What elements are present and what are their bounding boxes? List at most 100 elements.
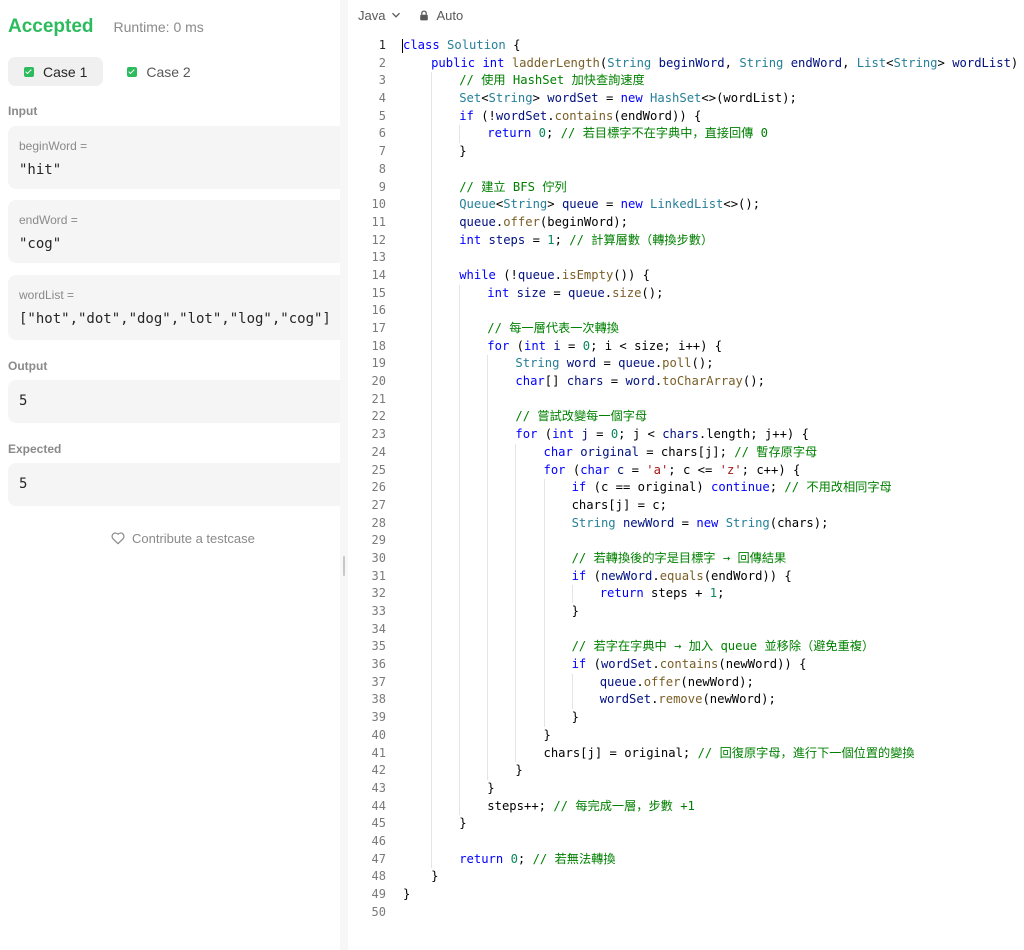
- code-line[interactable]: 38 wordSet.remove(newWord);: [348, 691, 1024, 710]
- code-token: ,: [724, 55, 740, 70]
- code-line[interactable]: 34: [348, 620, 1024, 639]
- code-line[interactable]: 31 if (newWord.equals(endWord)) {: [348, 567, 1024, 586]
- line-number: 37: [371, 674, 386, 689]
- code-line[interactable]: 37 queue.offer(newWord);: [348, 673, 1024, 692]
- code-line[interactable]: 2 public int ladderLength(String beginWor…: [348, 55, 1024, 73]
- code-line[interactable]: 13: [348, 249, 1024, 267]
- code-line[interactable]: 33}: [348, 603, 1024, 621]
- code-line[interactable]: 29: [348, 532, 1024, 550]
- code-line[interactable]: 15 int size = queue.size();: [348, 284, 1024, 303]
- code-lines[interactable]: 1 class Solution {2 public int ladderLengt…: [348, 37, 1024, 921]
- code-line[interactable]: 11 queue.offer(beginWord);: [348, 213, 1024, 232]
- code-line[interactable]: 41 chars[j] = original; // 回復原字母，進行下一個位置的…: [348, 744, 1024, 763]
- indent-guide: [431, 107, 433, 126]
- code-line[interactable]: 9 // 建立 BFS 佇列: [348, 178, 1024, 197]
- line-number: 42: [371, 763, 386, 778]
- indent-guide: [459, 567, 461, 586]
- auto-mode-toggle[interactable]: Auto: [419, 8, 463, 23]
- code-line[interactable]: 32 return steps + 1;: [348, 585, 1024, 603]
- code-line[interactable]: 21: [348, 390, 1024, 409]
- code-token: LinkedList: [650, 197, 724, 212]
- code-line[interactable]: 36 if (wordSet.contains(newWord)) {: [348, 656, 1024, 674]
- tab-case-1[interactable]: Case 1: [8, 57, 104, 86]
- code-line[interactable]: 3 // 使用 HashSet 加快查詢速度: [348, 72, 1024, 91]
- code-line[interactable]: 22 // 嘗試改變每一個字母: [348, 408, 1024, 427]
- line-number: 40: [371, 727, 386, 742]
- code-token: ()) {: [613, 267, 650, 282]
- code-text: return 0; // 若無法轉換: [459, 851, 615, 869]
- code-line[interactable]: 40}: [348, 726, 1024, 745]
- code-token: 0: [538, 126, 547, 141]
- code-token: contains: [554, 108, 614, 123]
- tab-case-2[interactable]: Case 2: [111, 57, 206, 86]
- code-token: steps++;: [487, 798, 554, 813]
- code-line[interactable]: 46: [348, 832, 1024, 851]
- indent-guide: [431, 143, 433, 161]
- indent-guide: [515, 567, 517, 586]
- language-label: Java: [358, 7, 386, 23]
- code-line[interactable]: 7}: [348, 143, 1024, 161]
- code-token: .: [652, 568, 660, 583]
- code-line[interactable]: 1 class Solution {: [348, 37, 1024, 55]
- drag-handle-icon[interactable]: [343, 556, 345, 576]
- code-line[interactable]: 47 return 0; // 若無法轉換: [348, 850, 1024, 869]
- code-line[interactable]: 50: [348, 904, 1024, 922]
- code-line[interactable]: 44 steps++; // 每完成一層，步數 +1: [348, 797, 1024, 816]
- indent-guide: [515, 620, 517, 639]
- line-number: 50: [371, 904, 386, 919]
- code-line[interactable]: 27 chars[j] = c;: [348, 496, 1024, 515]
- code-line[interactable]: 23 for (int j = 0; j < chars.length; j++)…: [348, 426, 1024, 444]
- code-text: // 使用 HashSet 加快查詢速度: [459, 72, 645, 90]
- indent-guide: [431, 549, 433, 568]
- code-line[interactable]: 49}: [348, 886, 1024, 904]
- line-number: 43: [371, 780, 386, 795]
- code-line[interactable]: 18 for (int i = 0; i < size; i++) {: [348, 337, 1024, 356]
- output-box[interactable]: 5: [8, 380, 340, 423]
- indent-guide: [515, 585, 517, 603]
- code-line[interactable]: 14 while (!queue.isEmpty()) {: [348, 266, 1024, 285]
- input-param-word-list[interactable]: wordList = ["hot","dot","dog","lot","log…: [8, 275, 340, 340]
- code-line[interactable]: 48}: [348, 868, 1024, 886]
- param-value: "cog": [19, 236, 62, 252]
- indent-guide: [431, 337, 433, 356]
- code-token: new: [620, 91, 643, 106]
- indent-guide: [487, 638, 489, 657]
- code-token: // 計算層數（轉換步數）: [569, 232, 714, 247]
- code-token: .: [547, 108, 555, 123]
- code-line[interactable]: 4 Set<String> wordSet = new HashSet<>(wor…: [348, 90, 1024, 108]
- code-line[interactable]: 35 // 若字在字典中 → 加入 queue 並移除（避免重複）: [348, 638, 1024, 657]
- code-line[interactable]: 8: [348, 160, 1024, 179]
- code-line[interactable]: 10 Queue<String> queue = new LinkedList<>…: [348, 196, 1024, 214]
- expected-box[interactable]: 5: [8, 463, 340, 506]
- code-token: }: [571, 710, 579, 725]
- code-line[interactable]: 28 String newWord = new String(chars);: [348, 514, 1024, 533]
- code-line[interactable]: 12 int steps = 1; // 計算層數（轉換步數）: [348, 231, 1024, 250]
- code-line[interactable]: 6 return 0; // 若目標字不在字典中，直接回傳 0: [348, 125, 1024, 144]
- line-number: 45: [371, 816, 386, 831]
- code-line[interactable]: 19 String word = queue.poll();: [348, 355, 1024, 374]
- code-line[interactable]: 26 if (c == original) continue; // 不用改相同字…: [348, 479, 1024, 497]
- code-line[interactable]: 17 // 每一層代表一次轉換: [348, 320, 1024, 338]
- code-line[interactable]: 30 // 若轉換後的字是目標字 → 回傳結果: [348, 549, 1024, 568]
- code-line[interactable]: 5 if (!wordSet.contains(endWord)) {: [348, 107, 1024, 126]
- code-line[interactable]: 16: [348, 302, 1024, 320]
- code-token: endWord: [790, 55, 843, 70]
- code-text: // 建立 BFS 佇列: [459, 179, 566, 197]
- code-line[interactable]: 45}: [348, 815, 1024, 833]
- code-line[interactable]: 25 for (char c = 'a'; c <= 'z'; c++) {: [348, 461, 1024, 480]
- panel-resize-divider[interactable]: [340, 0, 348, 950]
- indent-guide: [487, 443, 489, 462]
- language-select[interactable]: Java: [358, 8, 401, 23]
- line-number: 20: [371, 374, 386, 389]
- contribute-testcase-button[interactable]: Contribute a testcase: [110, 530, 255, 546]
- code-text: if (newWord.equals(endWord)) {: [572, 568, 792, 586]
- code-line[interactable]: 43}: [348, 779, 1024, 798]
- input-param-end-word[interactable]: endWord = "cog": [8, 200, 340, 263]
- code-token: // 每一層代表一次轉換: [487, 321, 619, 335]
- input-param-begin-word[interactable]: beginWord = "hit": [8, 126, 340, 189]
- indent-guide: [431, 178, 433, 197]
- code-line[interactable]: 24 char original = chars[j]; // 暫存原字母: [348, 443, 1024, 462]
- code-line[interactable]: 42}: [348, 762, 1024, 780]
- code-line[interactable]: 20 char[] chars = word.toCharArray();: [348, 373, 1024, 391]
- code-line[interactable]: 39}: [348, 709, 1024, 727]
